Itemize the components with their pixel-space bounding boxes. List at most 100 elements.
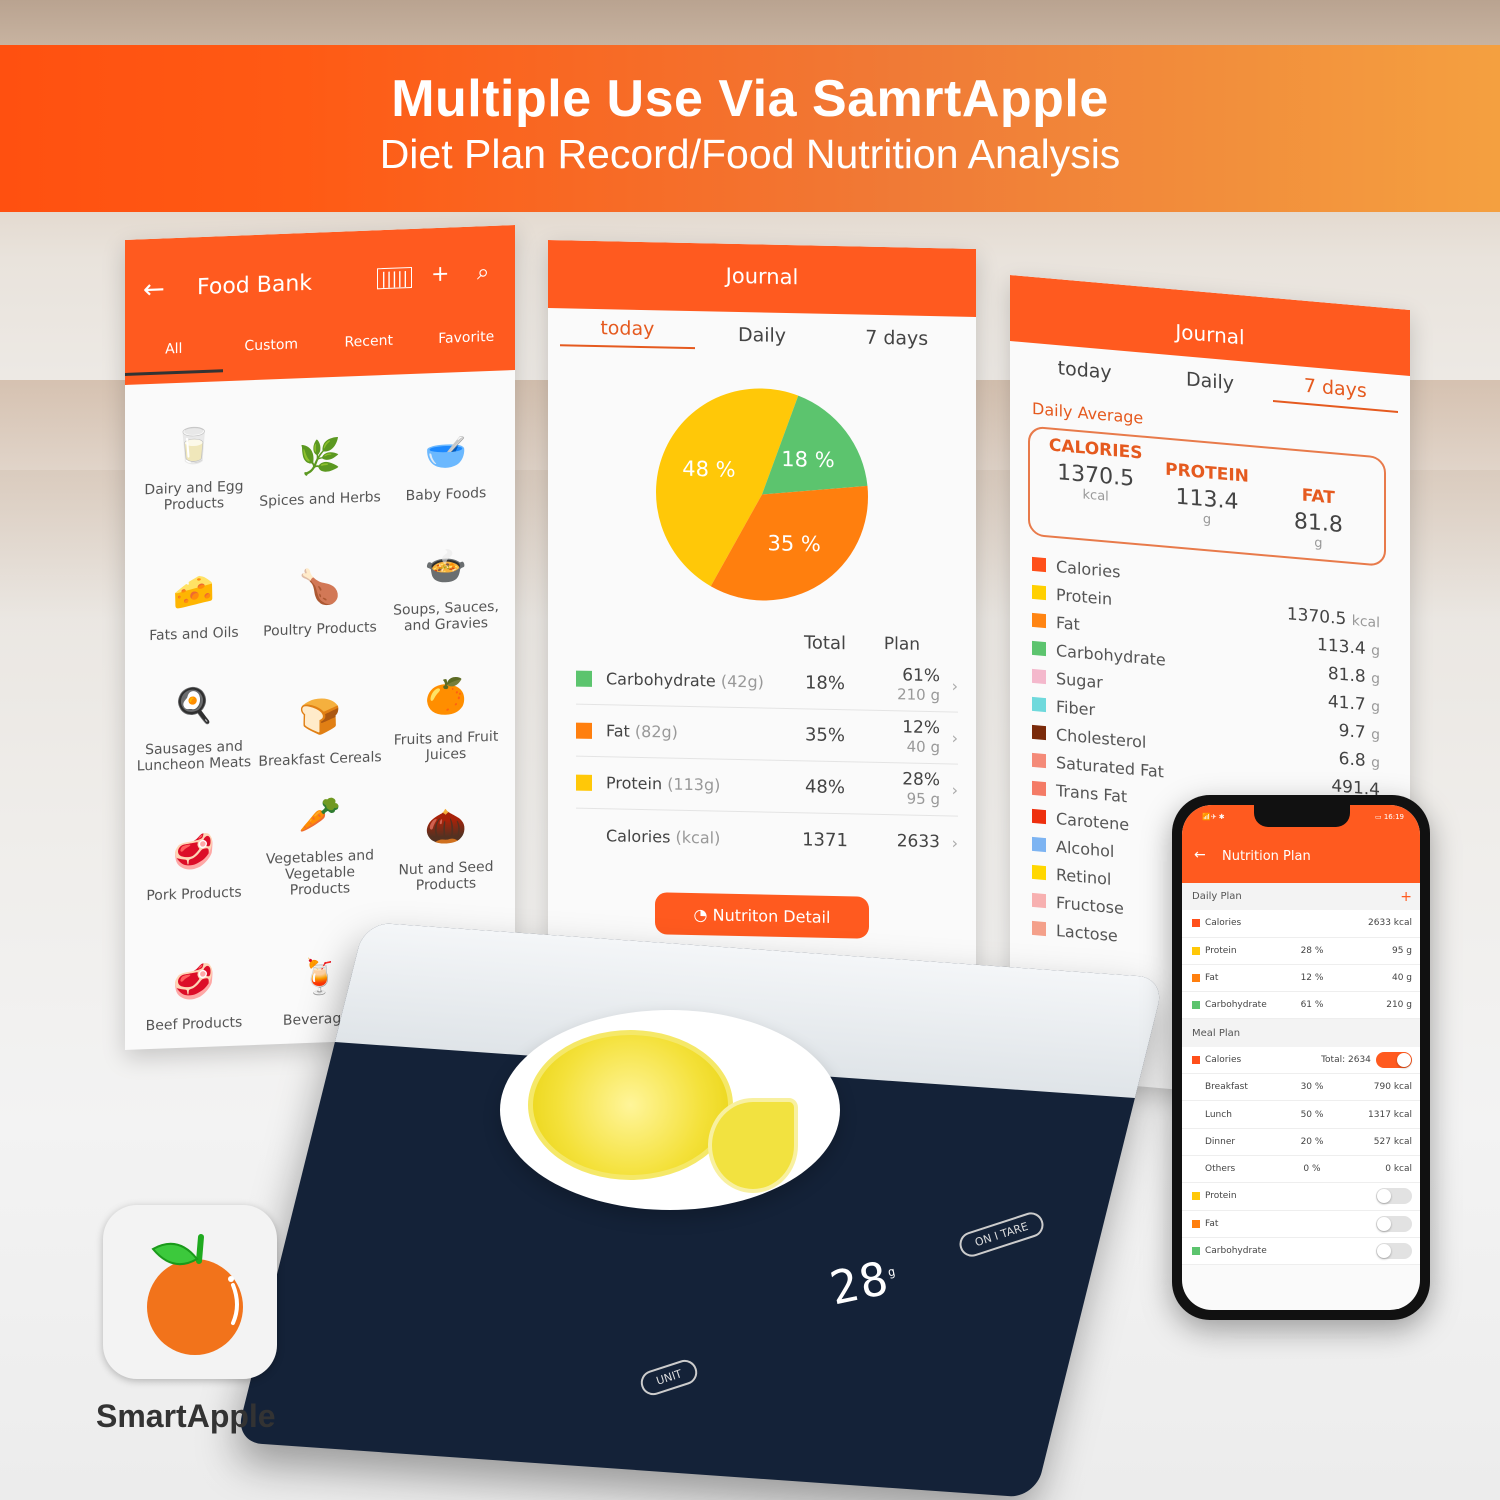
lactose-swatch	[1032, 920, 1046, 937]
calories-toggle[interactable]	[1376, 1051, 1412, 1068]
meal-row[interactable]: Breakfast 30 % 790 kcal	[1182, 1074, 1420, 1102]
tab-favorite[interactable]: Favorite	[418, 320, 516, 365]
fructose-swatch	[1032, 892, 1046, 909]
meal-row[interactable]: Dinner 20 % 527 kcal	[1182, 1128, 1420, 1156]
protein-toggle[interactable]	[1376, 1188, 1412, 1205]
meal-kcal: 0 kcal	[1385, 1164, 1412, 1175]
carbohydrate-swatch	[1192, 1247, 1200, 1255]
meal-row[interactable]: Others 0 % 0 kcal	[1182, 1155, 1420, 1184]
drink-icon: 🍹	[298, 956, 342, 999]
orange-icon: 🍊	[424, 675, 468, 718]
nutrient-plan: 28% 95 g	[864, 769, 940, 809]
nutrition-row[interactable]: Fat (82g) 35% 12% 40 g ›	[576, 704, 958, 765]
search-icon[interactable]: ⌕	[477, 260, 489, 285]
tab-7-days[interactable]: 7 days	[1272, 371, 1398, 413]
nutrient-name: Fiber	[1056, 696, 1096, 719]
ham-icon: 🥩	[172, 831, 216, 874]
nutrient-name: Cholesterol	[1056, 724, 1147, 752]
meal-calories-label: Calories	[1205, 1054, 1242, 1065]
meal-row[interactable]: Lunch 50 % 1317 kcal	[1182, 1101, 1420, 1129]
carotene-swatch	[1032, 808, 1046, 825]
food-category-item[interactable]: 🥕 Vegetables and Vegetable Products	[257, 787, 383, 900]
calories-plan: 2633	[896, 830, 940, 852]
food-category-item[interactable]: 🍳 Sausages and Luncheon Meats	[131, 662, 257, 775]
nutrient-label: Fat	[606, 721, 630, 741]
food-category-item[interactable]: 🍞 Breakfast Cereals	[257, 657, 383, 770]
app-icon[interactable]	[103, 1205, 277, 1379]
daily-plan-row[interactable]: Fat 12 % 40 g	[1182, 964, 1420, 993]
tab-7-days[interactable]: 7 days	[829, 326, 964, 351]
tab-today[interactable]: today	[1022, 354, 1147, 387]
nutrition-row[interactable]: Carbohydrate (42g) 18% 61% 210 g ›	[576, 652, 958, 713]
food-category-item[interactable]: 🥣 Baby Foods	[383, 392, 509, 505]
plus-icon[interactable]: +	[431, 262, 449, 288]
journal-header: Journal	[548, 240, 976, 317]
back-arrow-icon[interactable]: ←	[143, 274, 165, 305]
meal-kcal: 527 kcal	[1373, 1136, 1412, 1147]
tab-daily[interactable]: Daily	[695, 323, 830, 348]
summary-protein: PROTEIN 113.4 g	[1151, 458, 1262, 548]
plan-percent: 12%	[902, 716, 940, 738]
food-category-item[interactable]: 🧀 Fats and Oils	[131, 532, 257, 645]
food-category-label: Breakfast Cereals	[258, 749, 382, 770]
plan-nutrient-name: Fat	[1205, 973, 1219, 984]
chevron-right-icon: ›	[951, 780, 958, 800]
calories-row[interactable]: Calories (kcal) 1371 2633 ›	[576, 809, 958, 869]
food-category-item[interactable]: 🍊 Fruits and Fruit Juices	[383, 652, 509, 765]
nutrient-value: 41.7 g	[1328, 692, 1380, 717]
nutrient-value-number: 1370.5	[1286, 604, 1347, 630]
acorn-icon: 🌰	[424, 805, 468, 848]
plan-percent: 61%	[902, 664, 940, 686]
vegetables-icon: 🥕	[298, 794, 342, 837]
tab-recent[interactable]: Recent	[320, 324, 418, 369]
nutrient-value-unit: g	[1371, 698, 1380, 716]
meal-toggle-label: Protein	[1205, 1191, 1237, 1202]
food-category-label: Nut and Seed Products	[398, 858, 494, 894]
meal-name: Lunch	[1205, 1109, 1232, 1120]
food-category-label: Fruits and Fruit Juices	[393, 728, 499, 764]
plan-percent: 28%	[902, 768, 940, 790]
orange-fruit-icon	[147, 1234, 243, 1355]
nutrition-plan-title: Nutrition Plan	[1222, 849, 1311, 864]
food-bank-header: ← Food Bank ||||| + ⌕ All Custom Recent Fav…	[125, 225, 515, 385]
back-arrow-icon[interactable]: ←	[1194, 847, 1206, 863]
food-category-label: Spices and Herbs	[259, 489, 381, 510]
chevron-right-icon: ›	[951, 832, 958, 853]
fat-toggle[interactable]	[1376, 1215, 1412, 1232]
carbohydrate-toggle[interactable]	[1376, 1243, 1412, 1259]
tab-all[interactable]: All	[125, 331, 223, 376]
food-category-item[interactable]: 🥩 Beef Products	[131, 922, 257, 1035]
pie-label-carbohydrate: 18 %	[781, 447, 834, 472]
tab-today[interactable]: today	[560, 316, 695, 350]
plus-icon[interactable]: +	[1400, 889, 1412, 905]
daily-plan-row[interactable]: Calories 2633 kcal	[1182, 910, 1420, 938]
food-category-item[interactable]: 🌿 Spices and Herbs	[257, 397, 383, 510]
carbohydrate-swatch	[1192, 1001, 1200, 1010]
nutrient-value-number: 41.7	[1327, 691, 1366, 716]
nutrient-amount: (82g)	[634, 721, 678, 742]
nutrient-value-unit: g	[1371, 754, 1380, 772]
food-category-item[interactable]: 🥩 Pork Products	[131, 792, 257, 905]
barcode-icon[interactable]: |||||	[377, 266, 412, 290]
tab-daily[interactable]: Daily	[1147, 365, 1272, 398]
nutrition-row[interactable]: Protein (113g) 48% 28% 95 g ›	[576, 756, 958, 817]
lemon-half	[528, 1030, 733, 1180]
promo-banner: Multiple Use Via SamrtApple Diet Plan Re…	[0, 45, 1500, 212]
meal-percent: 20 %	[1300, 1136, 1324, 1147]
daily-plan-row[interactable]: Protein 28 % 95 g	[1182, 937, 1420, 965]
food-category-item[interactable]: 🥛 Dairy and Egg Products	[131, 402, 257, 515]
food-category-item[interactable]: 🍗 Poultry Products	[257, 527, 383, 640]
daily-plan-row[interactable]: Carbohydrate 61 % 210 g	[1182, 992, 1420, 1020]
nutrient-name: Protein	[1056, 584, 1113, 609]
nutrition-detail-button[interactable]: ◔ Nutriton Detail	[655, 892, 869, 939]
pie-label-fat: 35 %	[767, 531, 820, 556]
protein-swatch	[1192, 946, 1200, 955]
nutrient-value-unit: g	[1371, 726, 1380, 744]
pie-label-protein: 48 %	[682, 457, 735, 482]
food-category-item[interactable]: 🍲 Soups, Sauces, and Gravies	[383, 522, 509, 635]
pie-chart-icon: ◔	[693, 904, 708, 924]
journal-tabs: today Daily 7 days	[560, 308, 964, 362]
tab-custom[interactable]: Custom	[223, 328, 321, 373]
food-category-item[interactable]: 🌰 Nut and Seed Products	[383, 782, 509, 895]
cheese-icon: 🧀	[172, 571, 216, 614]
